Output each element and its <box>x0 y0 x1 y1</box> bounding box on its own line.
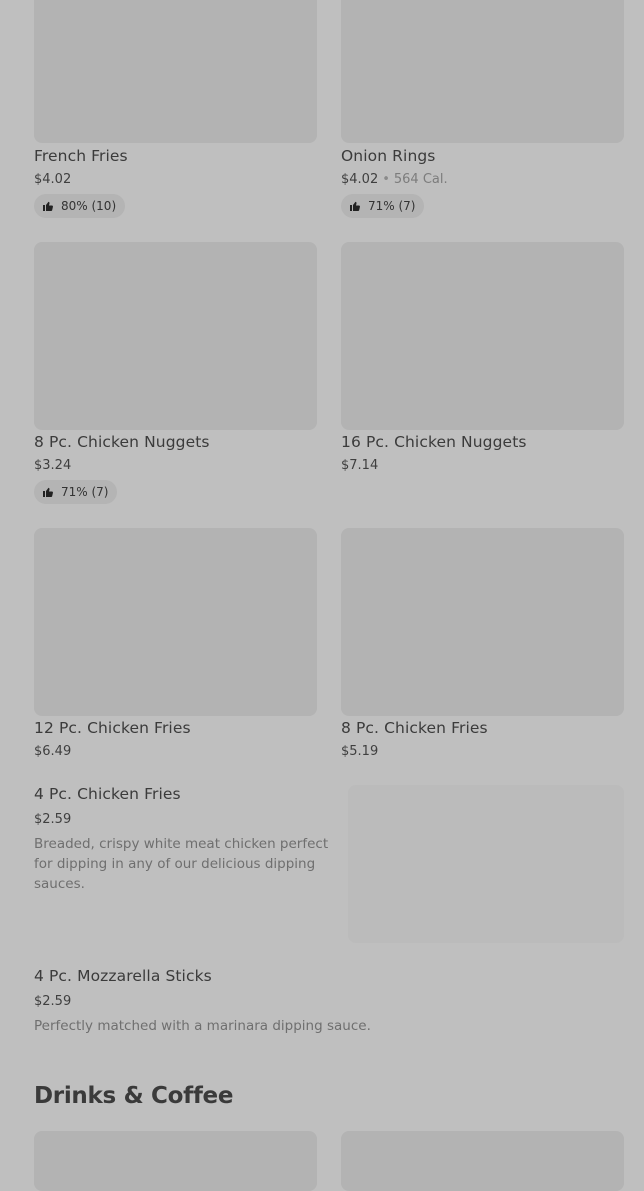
item-price: $6.49 <box>34 744 72 759</box>
rating-text: 71% (7) <box>368 199 416 213</box>
item-image-drink-1[interactable] <box>34 1131 317 1191</box>
rating-text: 80% (10) <box>61 199 117 213</box>
item-image-8pc-chicken-fries[interactable] <box>341 528 624 716</box>
item-name[interactable]: Onion Rings <box>341 147 435 165</box>
item-image-16pc-nuggets[interactable] <box>341 242 624 430</box>
item-name[interactable]: 16 Pc. Chicken Nuggets <box>341 433 527 451</box>
item-image-12pc-chicken-fries[interactable] <box>34 528 317 716</box>
item-price: $4.02 <box>341 172 379 187</box>
item-name[interactable]: 8 Pc. Chicken Fries <box>341 719 488 737</box>
menu-page: { "items": [ {"name":"French Fries","pri… <box>0 0 644 1191</box>
item-price: $3.24 <box>34 458 72 473</box>
thumbs-up-icon <box>43 487 53 497</box>
list-item-name[interactable]: 4 Pc. Chicken Fries <box>34 785 181 803</box>
item-price: $4.02 <box>34 172 72 187</box>
rating-text: 71% (7) <box>61 485 109 499</box>
item-price-calories: $4.02 • 564 Cal. <box>341 172 448 187</box>
list-item-price: $2.59 <box>34 994 72 1009</box>
list-item-description: Perfectly matched with a marinara dippin… <box>34 1018 371 1034</box>
item-image-8pc-nuggets[interactable] <box>34 242 317 430</box>
list-item-image-4pc-chicken-fries[interactable] <box>348 785 624 943</box>
item-price: $7.14 <box>341 458 379 473</box>
list-item-description: Breaded, crispy white meat chicken perfe… <box>34 836 329 892</box>
item-name[interactable]: 8 Pc. Chicken Nuggets <box>34 433 210 451</box>
item-calories: 564 Cal. <box>393 172 448 187</box>
rating-badge: 71% (7) <box>34 480 118 504</box>
item-name[interactable]: 12 Pc. Chicken Fries <box>34 719 191 737</box>
section-title-drinks: Drinks & Coffee <box>34 1083 234 1109</box>
list-item-name[interactable]: 4 Pc. Mozzarella Sticks <box>34 967 212 985</box>
item-image-drink-2[interactable] <box>341 1131 624 1191</box>
item-name[interactable]: French Fries <box>34 147 128 165</box>
thumbs-up-icon <box>350 201 360 211</box>
thumbs-up-icon <box>43 201 53 211</box>
list-item-price: $2.59 <box>34 812 72 827</box>
rating-badge: 71% (7) <box>341 194 425 218</box>
item-image-french-fries[interactable] <box>34 0 317 143</box>
rating-badge: 80% (10) <box>34 194 126 218</box>
item-image-onion-rings[interactable] <box>341 0 624 143</box>
item-price: $5.19 <box>341 744 379 759</box>
